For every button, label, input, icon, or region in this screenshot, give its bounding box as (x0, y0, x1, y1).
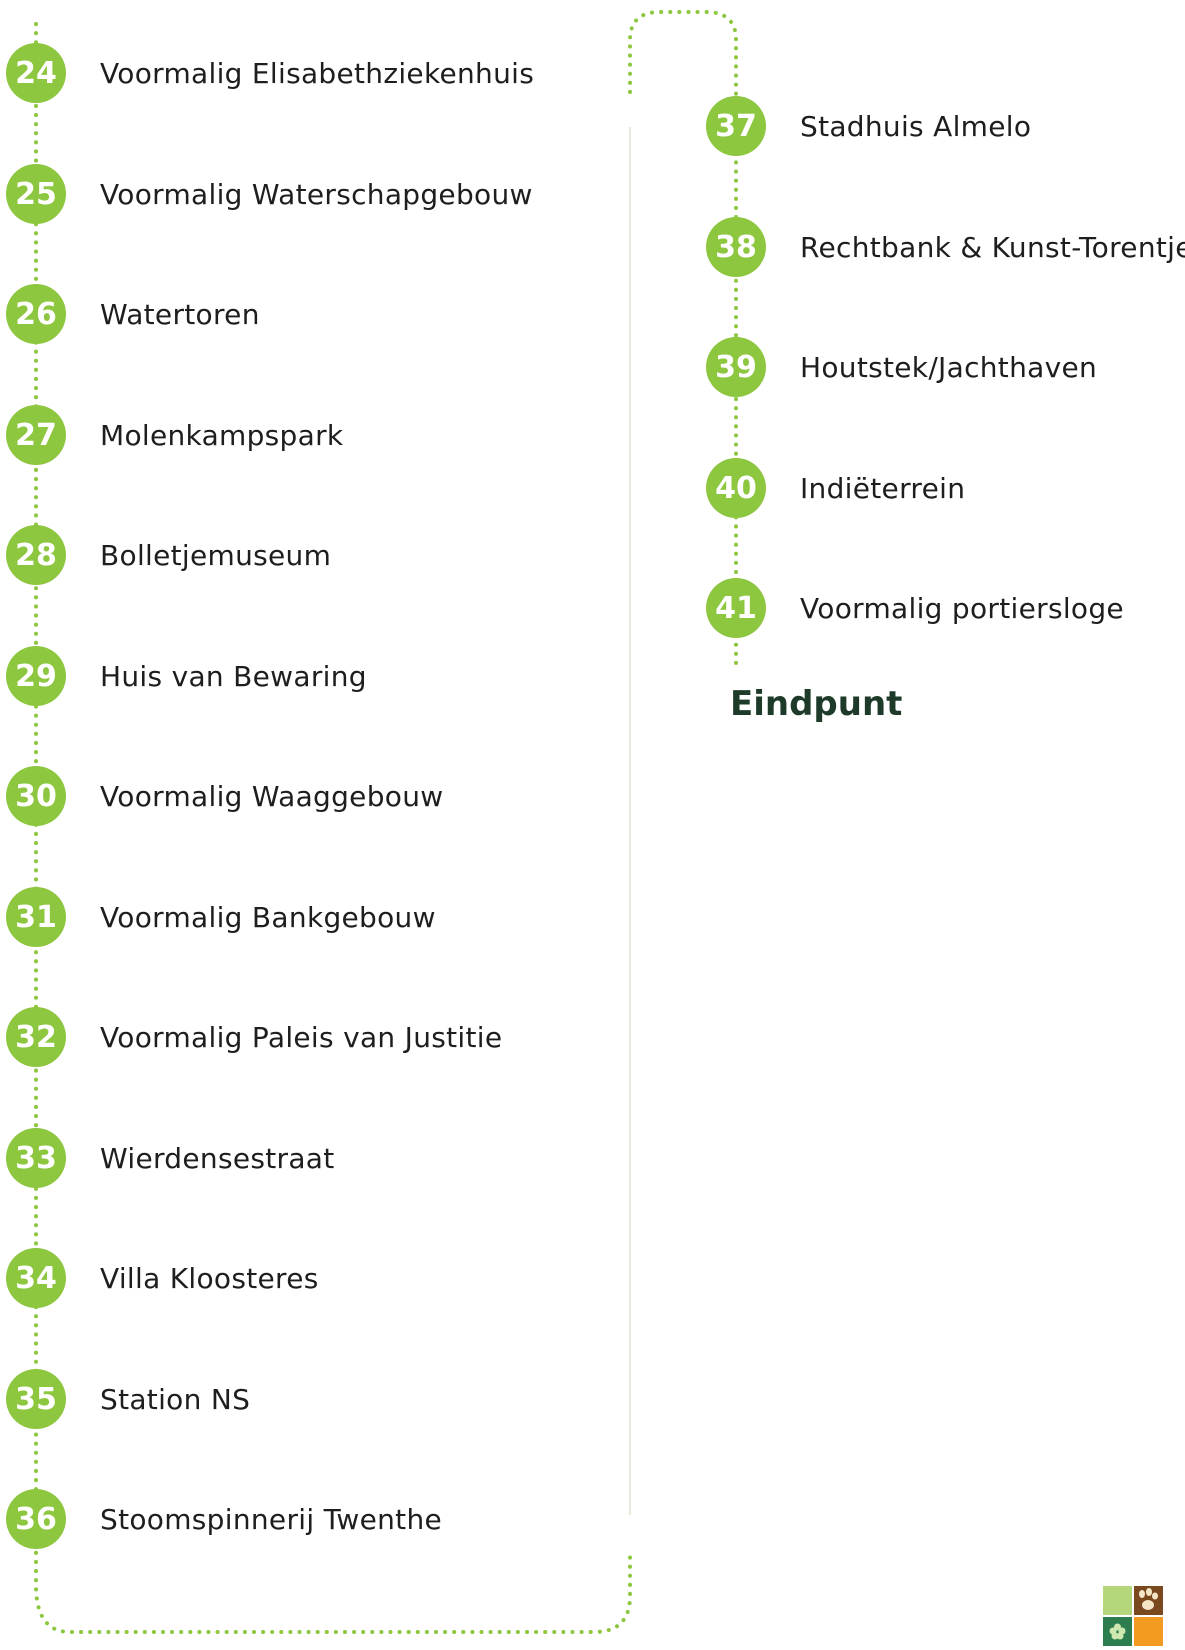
stop-label: Molenkampspark (100, 418, 344, 452)
route-stop-26: 26 Watertoren (6, 284, 260, 344)
stop-label: Stadhuis Almelo (800, 109, 1032, 143)
stop-label: Watertoren (100, 297, 260, 331)
route-stop-35: 35 Station NS (6, 1369, 250, 1429)
endpoint-label: Eindpunt (730, 684, 903, 724)
stop-label: Indiëterrein (800, 471, 966, 505)
stop-number-badge: 27 (6, 405, 66, 465)
stop-label: Station NS (100, 1382, 251, 1416)
stop-number-badge: 25 (6, 164, 66, 224)
stop-number-badge: 40 (706, 458, 766, 518)
stop-label: Voormalig portiersloge (800, 591, 1124, 625)
stop-number-badge: 30 (6, 766, 66, 826)
route-stop-31: 31 Voormalig Bankgebouw (6, 887, 436, 947)
paw-icon (1134, 1586, 1163, 1615)
stop-number-badge: 38 (706, 217, 766, 277)
stop-label: Bolletjemuseum (100, 538, 332, 572)
brand-logo (1103, 1586, 1163, 1646)
stop-number-badge: 28 (6, 525, 66, 585)
stop-label: Voormalig Waaggebouw (100, 779, 444, 813)
stop-number-badge: 26 (6, 284, 66, 344)
route-stop-25: 25 Voormalig Waterschapgebouw (6, 164, 533, 224)
route-stop-36: 36 Stoomspinnerij Twenthe (6, 1489, 442, 1549)
route-stop-30: 30 Voormalig Waaggebouw (6, 766, 443, 826)
route-stop-28: 28 Bolletjemuseum (6, 525, 331, 585)
route-stop-41: 41 Voormalig portiersloge (706, 578, 1124, 638)
route-stop-29: 29 Huis van Bewaring (6, 646, 367, 706)
route-stop-38: 38 Rechtbank & Kunst-Torentje (706, 217, 1185, 277)
stop-label: Voormalig Waterschapgebouw (100, 177, 533, 211)
stop-number-badge: 29 (6, 646, 66, 706)
stop-number-badge: 24 (6, 43, 66, 103)
stop-number-badge: 33 (6, 1128, 66, 1188)
stop-number-badge: 37 (706, 96, 766, 156)
stop-label: Voormalig Elisabethziekenhuis (100, 56, 535, 90)
stop-number-badge: 34 (6, 1248, 66, 1308)
stop-label: Voormalig Paleis van Justitie (100, 1020, 503, 1054)
route-stop-33: 33 Wierdensestraat (6, 1128, 335, 1188)
route-stop-37: 37 Stadhuis Almelo (706, 96, 1031, 156)
route-stop-34: 34 Villa Kloosteres (6, 1248, 319, 1308)
stop-number-badge: 31 (6, 887, 66, 947)
route-stop-24: 24 Voormalig Elisabethziekenhuis (6, 43, 534, 103)
stop-label: Voormalig Bankgebouw (100, 900, 436, 934)
route-stop-32: 32 Voormalig Paleis van Justitie (6, 1007, 502, 1067)
stop-number-badge: 39 (706, 337, 766, 397)
stop-label: Wierdensestraat (100, 1141, 335, 1175)
stop-number-badge: 36 (6, 1489, 66, 1549)
route-page: 24 Voormalig Elisabethziekenhuis 25 Voormal… (0, 0, 1185, 1646)
route-line-top (628, 10, 738, 98)
stop-number-badge: 41 (706, 578, 766, 638)
stop-number-badge: 32 (6, 1007, 66, 1067)
logo-light-green-tile (1103, 1586, 1132, 1615)
route-stop-27: 27 Molenkampspark (6, 405, 343, 465)
stop-label: Huis van Bewaring (100, 659, 367, 693)
logo-orange-tile (1134, 1617, 1163, 1646)
stop-label: Houtstek/Jachthaven (800, 350, 1098, 384)
route-stop-40: 40 Indiëterrein (706, 458, 965, 518)
flower-icon (1103, 1617, 1132, 1646)
stop-label: Villa Kloosteres (100, 1261, 319, 1295)
stop-label: Stoomspinnerij Twenthe (100, 1502, 443, 1536)
stop-number-badge: 35 (6, 1369, 66, 1429)
stop-label: Rechtbank & Kunst-Torentje (800, 230, 1185, 264)
route-stop-39: 39 Houtstek/Jachthaven (706, 337, 1097, 397)
